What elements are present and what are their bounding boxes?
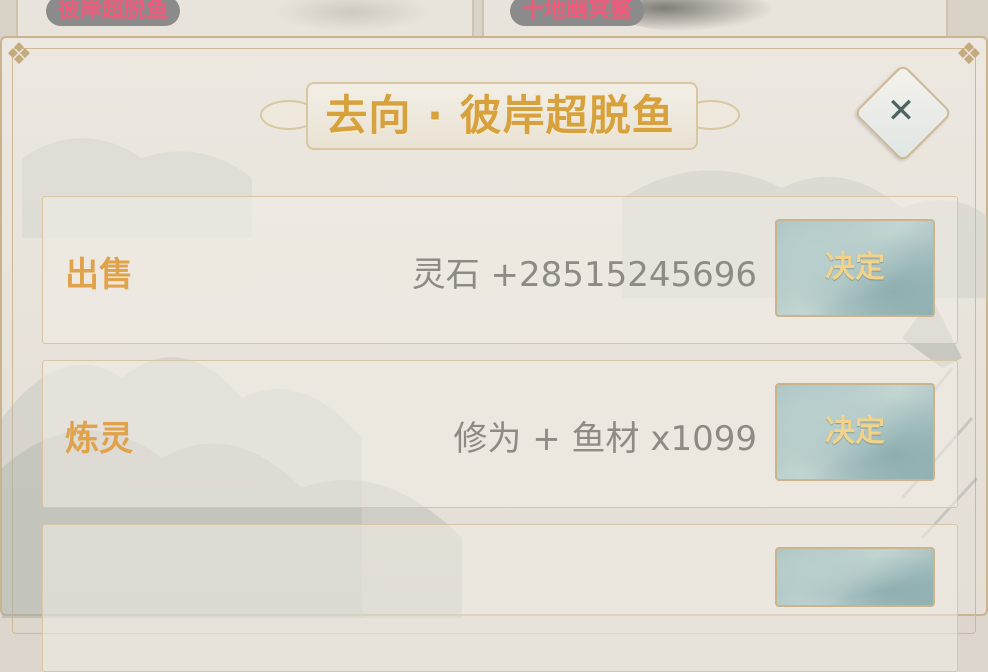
corner-ornament: ❖ bbox=[5, 37, 33, 72]
confirm-button-label bbox=[777, 549, 933, 605]
confirm-button-label: 决定 bbox=[825, 414, 885, 449]
option-reward: 修为 + 鱼材 x1099 bbox=[453, 419, 757, 459]
option-row-partial bbox=[42, 524, 958, 672]
option-row-sell: 出售 灵石 +28515245696 决定 bbox=[42, 196, 958, 344]
confirm-button[interactable] bbox=[775, 547, 935, 607]
option-label: 出售 bbox=[65, 255, 133, 295]
fish-name-badge: 彼岸超脱鱼 bbox=[46, 0, 181, 26]
dialog-title-banner: 去向 · 彼岸超脱鱼 bbox=[260, 78, 740, 154]
option-reward: 灵石 +28515245696 bbox=[411, 255, 757, 295]
fish-art bbox=[272, 0, 432, 32]
confirm-button-label: 决定 bbox=[825, 250, 885, 285]
destination-dialog: ❖ ❖ 去向 · 彼岸超脱鱼 ✕ 出售 灵石 +28515245696 决定 炼… bbox=[0, 36, 988, 672]
dialog-title: 去向 · 彼岸超脱鱼 bbox=[325, 91, 675, 140]
confirm-button[interactable]: 决定 bbox=[775, 383, 935, 481]
option-row-refine: 炼灵 修为 + 鱼材 x1099 决定 bbox=[42, 360, 958, 508]
fish-name-badge: 十地幽冥鳌 bbox=[510, 0, 645, 26]
confirm-button[interactable]: 决定 bbox=[775, 219, 935, 317]
option-label: 炼灵 bbox=[65, 419, 133, 459]
corner-ornament: ❖ bbox=[955, 37, 983, 72]
close-icon[interactable]: ✕ bbox=[868, 78, 934, 144]
